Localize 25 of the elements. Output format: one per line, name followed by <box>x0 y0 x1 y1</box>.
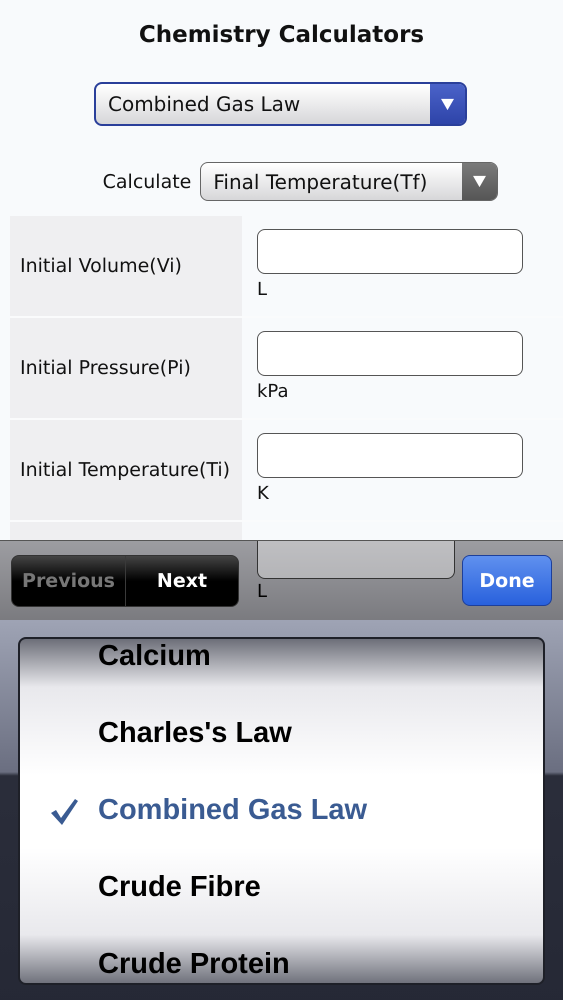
unit-label: kPa <box>257 381 288 402</box>
page-title: Chemistry Calculators <box>138 21 426 50</box>
unit-label: L <box>257 581 268 602</box>
unit-label: K <box>257 483 269 504</box>
input-field[interactable] <box>257 541 455 579</box>
input-field[interactable] <box>257 433 523 478</box>
input-field[interactable] <box>257 229 523 274</box>
picker-wheel[interactable]: Calcium Charles's Law Combined Gas Law Crude Fibre Crude Protein <box>18 637 545 985</box>
dropdown-arrow-icon <box>472 175 488 188</box>
picker-item[interactable]: Combined Gas Law <box>20 772 543 849</box>
done-button[interactable]: Done <box>462 555 552 606</box>
field-label: Initial Pressure(Pi) <box>20 356 191 381</box>
field-label: Initial Volume(Vi) <box>20 254 182 279</box>
picker-item[interactable]: Crude Protein <box>20 926 543 983</box>
unit-label: L <box>257 279 268 300</box>
calculator-dropdown[interactable]: Combined Gas Law <box>94 82 467 126</box>
field-label: Initial Temperature(Ti) <box>20 458 230 483</box>
calculate-label: Calculate <box>102 170 192 192</box>
input-field[interactable] <box>257 331 523 376</box>
picker-item[interactable]: Charles's Law <box>20 695 543 772</box>
calculate-dropdown[interactable]: Final Temperature(Tf) <box>200 162 498 201</box>
picker-item[interactable]: Calcium <box>20 639 543 695</box>
dropdown-arrow-icon <box>440 98 455 110</box>
picker-item[interactable]: Crude Fibre <box>20 849 543 926</box>
next-button[interactable]: Next <box>125 556 238 606</box>
